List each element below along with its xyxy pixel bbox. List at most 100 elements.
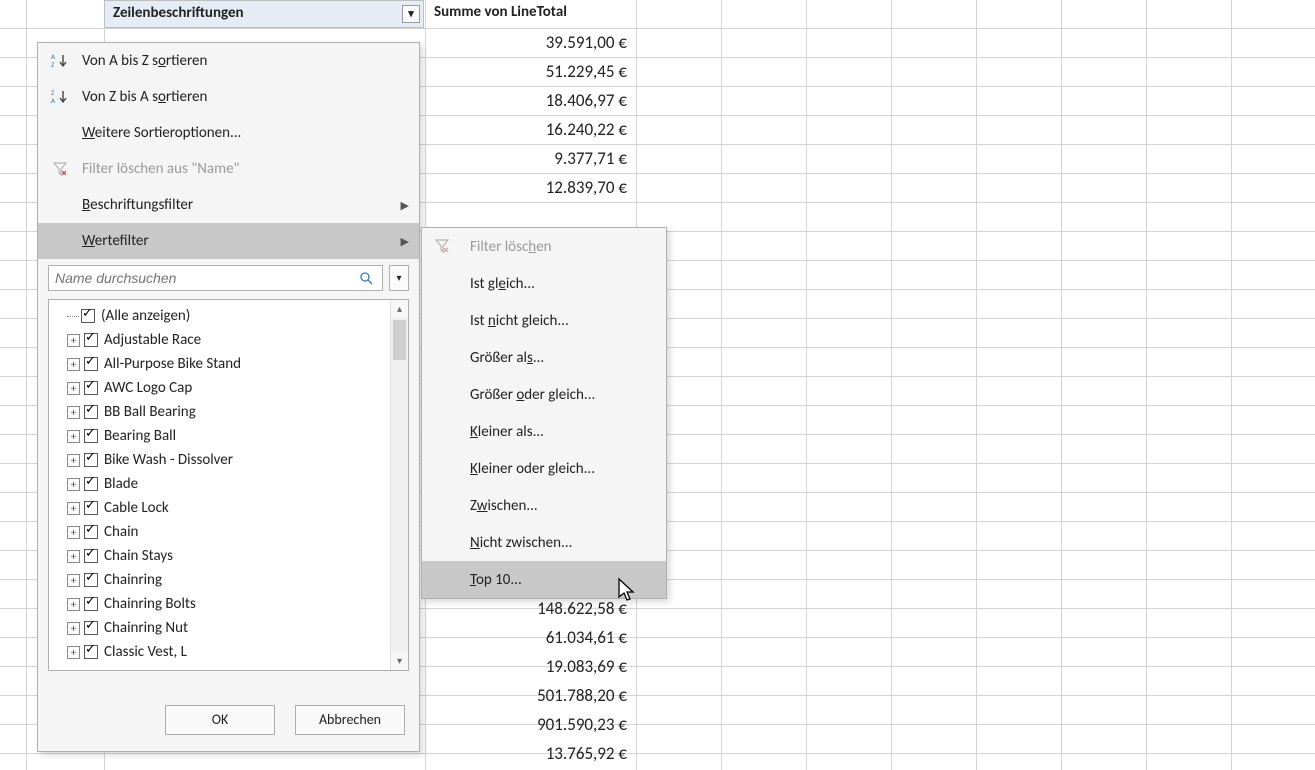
tree-item-label: (Alle anzeigen) [101, 307, 190, 325]
sort-desc-item[interactable]: ZA Von Z bis A sortieren [38, 79, 419, 115]
tree-item[interactable]: +Chainring Bolts [49, 592, 408, 616]
scroll-down-icon[interactable]: ▾ [391, 652, 408, 670]
submenu-not-equals[interactable]: Ist nicht gleich... [422, 302, 666, 339]
checkbox-checked-icon[interactable] [84, 621, 98, 635]
submenu-clear-filter[interactable]: Filter löschen [422, 228, 666, 265]
value-cell[interactable]: 61.034,61 € [426, 625, 633, 653]
expand-icon[interactable]: + [67, 406, 80, 419]
svg-text:A: A [51, 96, 56, 105]
clear-filter-item[interactable]: Filter löschen aus "Name" [38, 151, 419, 187]
scroll-up-icon[interactable]: ▴ [391, 300, 408, 318]
submenu-not-between[interactable]: Nicht zwischen... [422, 524, 666, 561]
tree-item[interactable]: + Adjustable Race [49, 328, 408, 352]
search-input[interactable] [48, 265, 383, 291]
sort-desc-label: Von Z bis A sortieren [82, 88, 207, 106]
sort-asc-item[interactable]: AZ Von A bis Z sortieren [38, 43, 419, 79]
value-cell[interactable]: 19.083,69 € [426, 654, 633, 682]
value-cell[interactable]: 13.765,92 € [426, 741, 633, 769]
clear-filter-icon [50, 159, 70, 179]
value-cell[interactable]: 148.622,58 € [426, 596, 633, 624]
submenu-less-or-equal[interactable]: Kleiner oder gleich... [422, 450, 666, 487]
value-cell[interactable]: 16.240,22 € [426, 117, 633, 145]
checkbox-checked-icon[interactable] [84, 333, 98, 347]
checkbox-checked-icon[interactable] [84, 357, 98, 371]
tree-item-label: Adjustable Race [104, 331, 201, 349]
checkbox-checked-icon[interactable] [84, 381, 98, 395]
expand-icon[interactable]: + [67, 646, 80, 659]
value-cell[interactable]: 901.590,23 € [426, 712, 633, 740]
tree-item[interactable]: + BB Ball Bearing [49, 400, 408, 424]
submenu-equals[interactable]: Ist gleich... [422, 265, 666, 302]
tree-item-label: Chain Stays [104, 547, 173, 565]
checkbox-checked-icon[interactable] [84, 453, 98, 467]
submenu-less-than[interactable]: Kleiner als... [422, 413, 666, 450]
tree-item[interactable]: +Chainring Nut [49, 616, 408, 640]
submenu-greater-or-equal[interactable]: Größer oder gleich... [422, 376, 666, 413]
value-cell[interactable]: 39.591,00 € [426, 30, 633, 58]
submenu-top-10[interactable]: Top 10... [422, 561, 666, 598]
expand-icon[interactable]: + [67, 334, 80, 347]
expand-icon[interactable]: + [67, 622, 80, 635]
submenu-item-label: Filter löschen [470, 238, 552, 256]
expand-icon[interactable]: + [67, 550, 80, 563]
value-cell[interactable]: 18.406,97 € [426, 88, 633, 116]
tree-item-label: Chain [104, 523, 138, 541]
row-labels-header[interactable]: Zeilenbeschriftungen ▾ [104, 0, 424, 28]
value-cell[interactable]: 9.377,71 € [426, 146, 633, 174]
tree-item[interactable]: + All-Purpose Bike Stand [49, 352, 408, 376]
filter-dropdown-button[interactable]: ▾ [402, 5, 420, 23]
expand-icon[interactable]: + [67, 502, 80, 515]
search-options-dropdown[interactable]: ▾ [389, 265, 409, 291]
value-cell[interactable]: 51.229,45 € [426, 59, 633, 87]
expand-icon[interactable]: + [67, 598, 80, 611]
svg-text:Z: Z [51, 60, 55, 69]
checkbox-checked-icon[interactable] [84, 525, 98, 539]
label-filter-label: Beschriftungsfilter [82, 196, 193, 214]
submenu-greater-than[interactable]: Größer als... [422, 339, 666, 376]
expand-icon[interactable]: + [67, 358, 80, 371]
label-filter-item[interactable]: Beschriftungsfilter ▶ [38, 187, 419, 223]
expand-icon[interactable]: + [67, 430, 80, 443]
tree-item[interactable]: + AWC Logo Cap [49, 376, 408, 400]
tree-item[interactable]: + Cable Lock [49, 496, 408, 520]
tree-item[interactable]: +Blade [49, 472, 408, 496]
tree-item-label: AWC Logo Cap [104, 379, 192, 397]
tree-item[interactable]: +Chainring [49, 568, 408, 592]
sort-asc-label: Von A bis Z sortieren [82, 52, 207, 70]
checkbox-checked-icon[interactable] [84, 477, 98, 491]
tree-item[interactable]: +Bearing Ball [49, 424, 408, 448]
expand-icon[interactable]: + [67, 382, 80, 395]
checkbox-checked-icon[interactable] [84, 549, 98, 563]
value-cell[interactable]: 12.839,70 € [426, 175, 633, 203]
checkbox-checked-icon[interactable] [84, 597, 98, 611]
expand-icon[interactable]: + [67, 478, 80, 491]
tree-item[interactable]: + Chain Stays [49, 544, 408, 568]
tree-item-select-all[interactable]: (Alle anzeigen) [49, 304, 408, 328]
tree-item-label: BB Ball Bearing [104, 403, 196, 421]
value-filter-item[interactable]: Wertefilter ▶ [38, 223, 419, 259]
checkbox-checked-icon[interactable] [81, 309, 95, 323]
checkbox-checked-icon[interactable] [84, 429, 98, 443]
tree-item[interactable]: + Chain [49, 520, 408, 544]
checkbox-checked-icon[interactable] [84, 573, 98, 587]
tree-item-label: All-Purpose Bike Stand [104, 355, 241, 373]
checkbox-checked-icon[interactable] [84, 405, 98, 419]
scroll-thumb[interactable] [393, 320, 406, 360]
tree-scrollbar[interactable]: ▴ ▾ [390, 300, 408, 670]
tree-item[interactable]: +Classic Vest, L [49, 640, 408, 664]
cancel-button[interactable]: Abbrechen [295, 705, 405, 735]
ok-button[interactable]: OK [165, 705, 275, 735]
value-cell[interactable]: 501.788,20 € [426, 683, 633, 711]
tree-item[interactable]: +Bike Wash - Dissolver [49, 448, 408, 472]
expand-icon[interactable]: + [67, 454, 80, 467]
more-sort-item[interactable]: Weitere Sortieroptionen... [38, 115, 419, 151]
expand-icon[interactable]: + [67, 526, 80, 539]
checkbox-checked-icon[interactable] [84, 645, 98, 659]
tree-item-label: Cable Lock [104, 499, 169, 517]
submenu-item-label: Größer als... [470, 349, 544, 367]
more-sort-label: Weitere Sortieroptionen... [82, 124, 241, 142]
tree-connector [67, 316, 79, 317]
expand-icon[interactable]: + [67, 574, 80, 587]
checkbox-checked-icon[interactable] [84, 501, 98, 515]
submenu-between[interactable]: Zwischen... [422, 487, 666, 524]
